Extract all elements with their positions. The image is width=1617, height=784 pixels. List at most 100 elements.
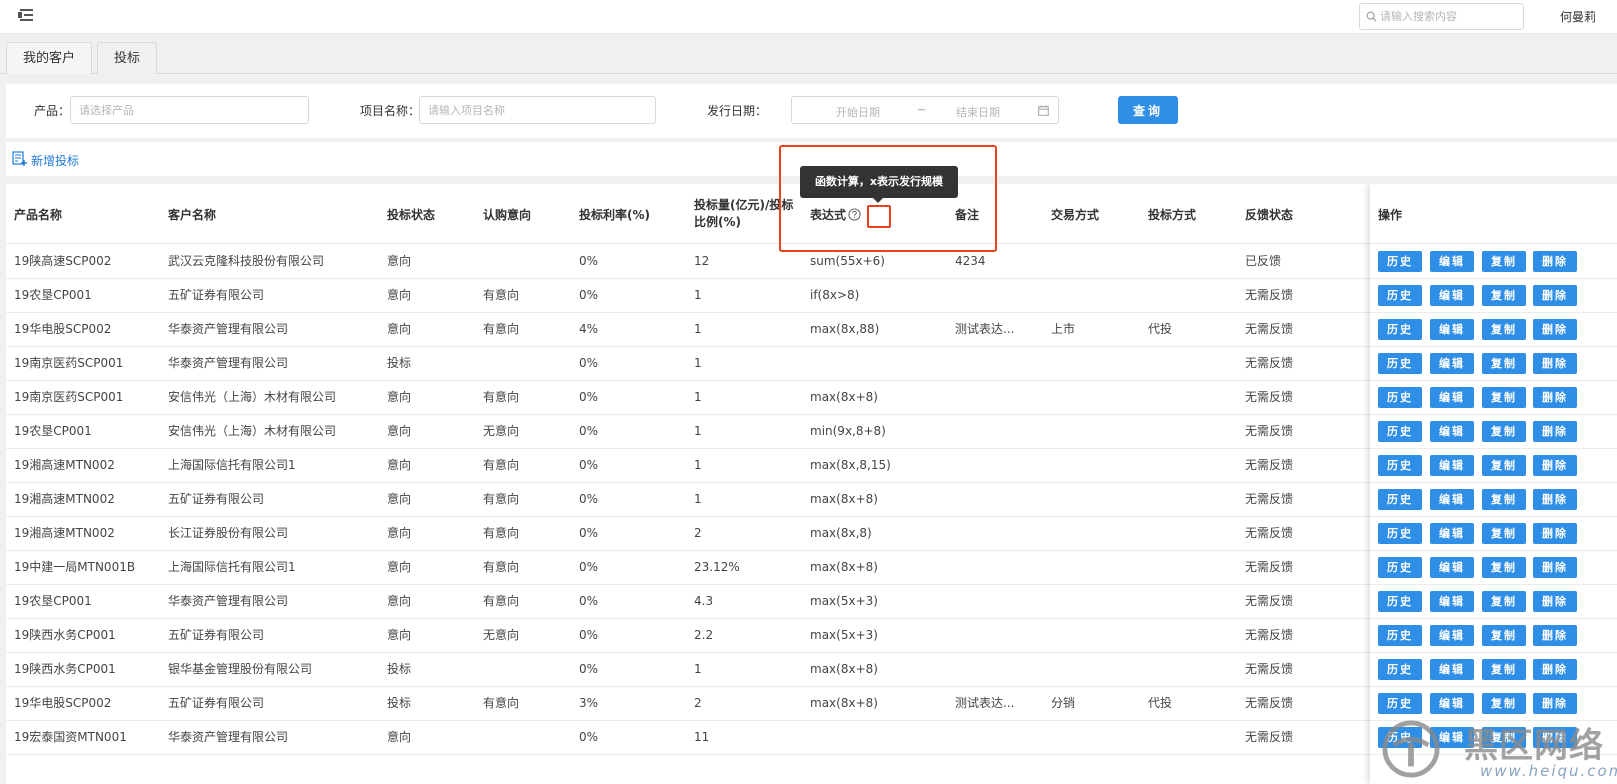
date-range-picker[interactable]: 开始日期 ~ 结束日期 [791, 96, 1059, 124]
edit-button[interactable]: 编辑 [1430, 727, 1474, 748]
cell-bid-status: 意向 [387, 526, 412, 540]
delete-button[interactable]: 删除 [1533, 319, 1577, 340]
copy-button[interactable]: 复制 [1482, 557, 1526, 578]
cell-intent: 有意向 [483, 458, 520, 472]
col-feedback: 反馈状态 [1245, 207, 1294, 222]
cell-volume: 12 [694, 254, 710, 268]
copy-button[interactable]: 复制 [1482, 625, 1526, 646]
date-end[interactable]: 结束日期 [956, 104, 1000, 120]
history-button[interactable]: 历史 [1378, 455, 1422, 476]
history-button[interactable]: 历史 [1378, 319, 1422, 340]
cell-volume: 1 [694, 458, 702, 472]
history-button[interactable]: 历史 [1378, 387, 1422, 408]
product-input[interactable] [71, 97, 308, 123]
history-button[interactable]: 历史 [1378, 353, 1422, 374]
copy-button[interactable]: 复制 [1482, 319, 1526, 340]
tab-my-customers[interactable]: 我的客户 [6, 42, 92, 74]
edit-button[interactable]: 编辑 [1430, 523, 1474, 544]
copy-button[interactable]: 复制 [1482, 387, 1526, 408]
history-button[interactable]: 历史 [1378, 659, 1422, 680]
delete-button[interactable]: 删除 [1533, 591, 1577, 612]
search-input[interactable] [1380, 7, 1520, 26]
cell-intent: 无意向 [483, 628, 520, 642]
history-button[interactable]: 历史 [1378, 693, 1422, 714]
copy-button[interactable]: 复制 [1482, 693, 1526, 714]
delete-button[interactable]: 删除 [1533, 659, 1577, 680]
col-operation: 操作 [1370, 184, 1617, 244]
cell-customer: 安信伟光（上海）木材有限公司 [168, 424, 337, 438]
product-select[interactable] [70, 96, 309, 124]
history-button[interactable]: 历史 [1378, 727, 1422, 748]
menu-toggle-icon[interactable] [18, 8, 34, 22]
col-product: 产品名称 [14, 207, 63, 222]
history-button[interactable]: 历史 [1378, 251, 1422, 272]
edit-button[interactable]: 编辑 [1430, 693, 1474, 714]
top-bar: 何曼莉 [0, 0, 1617, 34]
edit-button[interactable]: 编辑 [1430, 421, 1474, 442]
copy-button[interactable]: 复制 [1482, 353, 1526, 374]
delete-button[interactable]: 删除 [1533, 625, 1577, 646]
cell-bid-status: 意向 [387, 322, 412, 336]
edit-button[interactable]: 编辑 [1430, 285, 1474, 306]
cell-customer: 华泰资产管理有限公司 [168, 322, 289, 336]
delete-button[interactable]: 删除 [1533, 489, 1577, 510]
copy-button[interactable]: 复制 [1482, 523, 1526, 544]
cell-expression: max(8x,8,15) [810, 458, 891, 472]
edit-button[interactable]: 编辑 [1430, 387, 1474, 408]
copy-button[interactable]: 复制 [1482, 727, 1526, 748]
copy-button[interactable]: 复制 [1482, 591, 1526, 612]
history-button[interactable]: 历史 [1378, 625, 1422, 646]
col-bid-mode: 投标方式 [1148, 207, 1197, 222]
history-button[interactable]: 历史 [1378, 591, 1422, 612]
help-icon[interactable] [848, 207, 861, 221]
history-button[interactable]: 历史 [1378, 285, 1422, 306]
history-button[interactable]: 历史 [1378, 489, 1422, 510]
project-field[interactable] [419, 96, 656, 124]
cell-intent: 有意向 [483, 288, 520, 302]
operation-row: 历史 编辑 复制 删除 [1370, 652, 1617, 687]
edit-button[interactable]: 编辑 [1430, 557, 1474, 578]
user-name[interactable]: 何曼莉 [1560, 8, 1596, 25]
delete-button[interactable]: 删除 [1533, 455, 1577, 476]
delete-button[interactable]: 删除 [1533, 693, 1577, 714]
delete-button[interactable]: 删除 [1533, 285, 1577, 306]
copy-button[interactable]: 复制 [1482, 455, 1526, 476]
delete-button[interactable]: 删除 [1533, 557, 1577, 578]
copy-button[interactable]: 复制 [1482, 421, 1526, 442]
cell-rate: 0% [579, 662, 599, 676]
copy-button[interactable]: 复制 [1482, 251, 1526, 272]
delete-button[interactable]: 删除 [1533, 353, 1577, 374]
delete-button[interactable]: 删除 [1533, 251, 1577, 272]
copy-button[interactable]: 复制 [1482, 489, 1526, 510]
delete-button[interactable]: 删除 [1533, 727, 1577, 748]
edit-button[interactable]: 编辑 [1430, 353, 1474, 374]
edit-button[interactable]: 编辑 [1430, 625, 1474, 646]
delete-button[interactable]: 删除 [1533, 387, 1577, 408]
date-start[interactable]: 开始日期 [836, 104, 880, 120]
cell-product: 19农垦CP001 [14, 594, 92, 608]
col-volume-label: 投标量(亿元)/投标比例(%) [694, 198, 794, 229]
global-search[interactable] [1359, 3, 1524, 30]
operation-row: 历史 编辑 复制 删除 [1370, 380, 1617, 415]
copy-button[interactable]: 复制 [1482, 659, 1526, 680]
edit-button[interactable]: 编辑 [1430, 489, 1474, 510]
copy-button[interactable]: 复制 [1482, 285, 1526, 306]
history-button[interactable]: 历史 [1378, 523, 1422, 544]
history-button[interactable]: 历史 [1378, 557, 1422, 578]
query-button[interactable]: 查询 [1118, 96, 1178, 124]
edit-button[interactable]: 编辑 [1430, 591, 1474, 612]
edit-button[interactable]: 编辑 [1430, 455, 1474, 476]
edit-button[interactable]: 编辑 [1430, 319, 1474, 340]
cell-volume: 2 [694, 526, 702, 540]
cell-product: 19南京医药SCP001 [14, 356, 124, 370]
delete-button[interactable]: 删除 [1533, 421, 1577, 442]
delete-button[interactable]: 删除 [1533, 523, 1577, 544]
date-separator: ~ [917, 103, 927, 116]
operation-row: 历史 编辑 复制 删除 [1370, 686, 1617, 721]
history-button[interactable]: 历史 [1378, 421, 1422, 442]
project-input[interactable] [420, 97, 655, 123]
edit-button[interactable]: 编辑 [1430, 251, 1474, 272]
edit-button[interactable]: 编辑 [1430, 659, 1474, 680]
tab-bidding[interactable]: 投标 [97, 42, 157, 74]
operation-row: 历史 编辑 复制 删除 [1370, 720, 1617, 755]
